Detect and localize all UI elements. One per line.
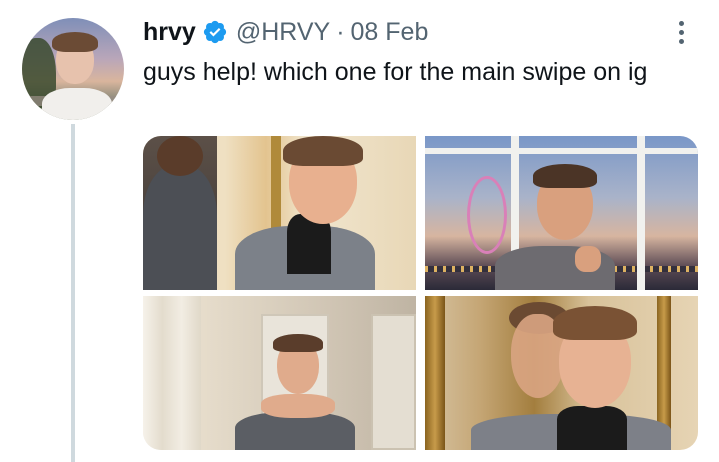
more-dot <box>678 38 684 44</box>
avatar-body <box>42 88 112 120</box>
tweet: hrvy @HRVY · 08 Feb guys help! which one… <box>0 0 719 462</box>
photo-3-hands <box>261 394 335 418</box>
photo-3[interactable] <box>143 296 416 450</box>
photo-2[interactable] <box>425 136 698 290</box>
photo-1-reflection-body <box>143 166 217 290</box>
photo-2-window-post <box>637 136 645 290</box>
author-avatar[interactable] <box>22 18 124 120</box>
more-dot <box>678 20 684 26</box>
verified-badge-icon[interactable] <box>202 19 228 45</box>
photo-1-reflection-head <box>157 136 203 176</box>
tweet-text: guys help! which one for the main swipe … <box>143 58 648 86</box>
more-dot <box>678 29 684 35</box>
tweet-header: hrvy @HRVY · 08 Feb <box>143 16 428 48</box>
photo-1[interactable] <box>143 136 416 290</box>
photo-2-window-frame <box>425 148 698 154</box>
avatar-hair <box>52 32 98 52</box>
author-display-name[interactable]: hrvy <box>143 16 196 48</box>
author-handle[interactable]: @HRVY <box>236 16 330 48</box>
photo-4-turtleneck <box>557 406 627 450</box>
photo-1-hair <box>283 136 363 166</box>
photo-3-hair <box>273 334 323 352</box>
tweet-date[interactable]: 08 Feb <box>351 16 429 48</box>
photo-2-hand <box>575 246 601 272</box>
photo-4[interactable] <box>425 296 698 450</box>
photo-4-hair <box>553 306 637 340</box>
photo-4-gold-frame <box>425 296 445 450</box>
more-vertical-icon[interactable] <box>669 18 693 46</box>
photo-3-door <box>371 314 416 450</box>
photo-2-hair <box>533 164 597 188</box>
photo-3-curtain <box>143 296 201 450</box>
thread-line <box>71 124 75 462</box>
media-grid <box>143 136 698 450</box>
photo-2-ferris-wheel <box>467 176 507 254</box>
header-separator: · <box>336 18 345 46</box>
